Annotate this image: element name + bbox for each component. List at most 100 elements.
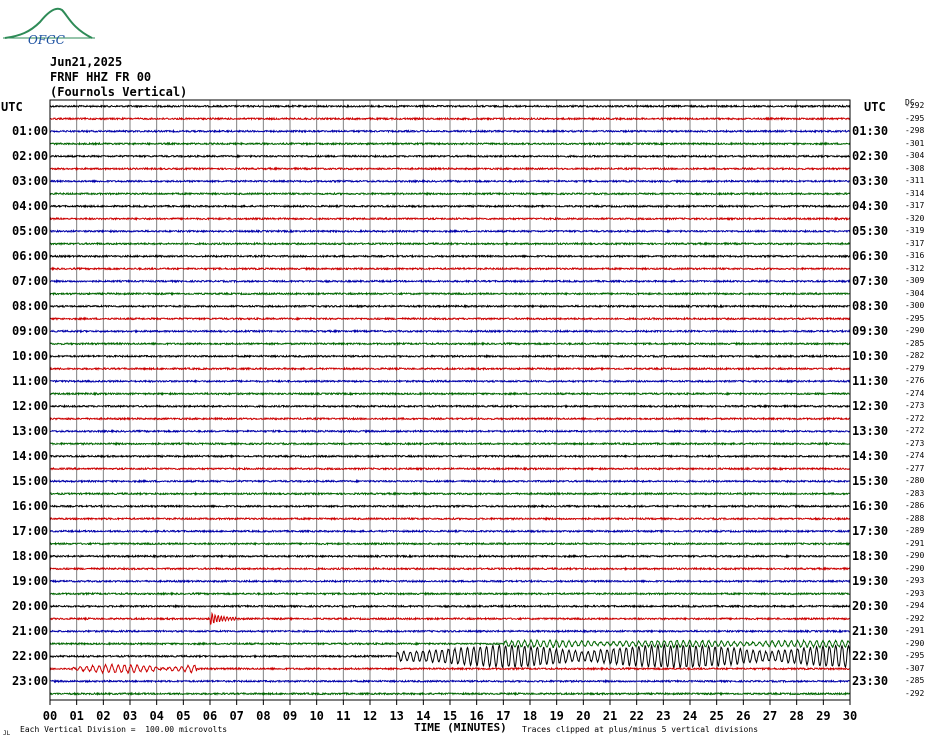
left-hour-label: 20:00 bbox=[12, 599, 49, 614]
x-tick-label: 23 bbox=[656, 709, 670, 723]
dc-offset-label: -290 bbox=[905, 326, 925, 336]
dc-offset-label: -288 bbox=[905, 513, 925, 523]
trace-line bbox=[49, 491, 851, 496]
right-half-hour-label: 05:30 bbox=[852, 224, 889, 239]
x-tick-label: 01 bbox=[69, 709, 83, 723]
dc-offset-label: -277 bbox=[905, 463, 925, 473]
left-hour-label: 21:00 bbox=[12, 624, 49, 639]
right-half-hour-label: 11:30 bbox=[852, 374, 889, 389]
trace-line bbox=[49, 516, 851, 522]
trace-line bbox=[49, 691, 851, 697]
right-half-hour-label: 01:30 bbox=[852, 124, 889, 139]
dc-offset-label: -286 bbox=[905, 501, 925, 511]
dc-offset-label: -285 bbox=[905, 676, 925, 686]
dc-offset-label: -280 bbox=[905, 476, 925, 486]
dc-offset-label: -314 bbox=[905, 188, 925, 198]
left-hour-label: 08:00 bbox=[12, 299, 49, 314]
dc-offset-label: -290 bbox=[905, 563, 925, 573]
x-tick-label: 30 bbox=[843, 709, 857, 723]
right-half-hour-label: 19:30 bbox=[852, 574, 889, 589]
dc-offset-label: -290 bbox=[905, 638, 925, 648]
time-axis-title: TIME (MINUTES) bbox=[414, 721, 507, 734]
trace-line bbox=[49, 379, 851, 384]
dc-offset-label: -285 bbox=[905, 338, 925, 348]
right-half-hour-label: 13:30 bbox=[852, 424, 889, 439]
left-hour-label: 12:00 bbox=[12, 399, 49, 414]
dc-offset-label: -293 bbox=[905, 576, 925, 586]
trace-line bbox=[49, 428, 851, 434]
trace-line bbox=[49, 478, 851, 484]
dc-offset-label: -317 bbox=[905, 238, 925, 248]
x-tick-label: 02 bbox=[96, 709, 110, 723]
trace-line bbox=[49, 503, 851, 509]
right-half-hour-label: 02:30 bbox=[852, 149, 889, 164]
x-tick-label: 28 bbox=[789, 709, 803, 723]
dc-offset-label: -307 bbox=[905, 663, 925, 673]
right-half-hour-label: 03:30 bbox=[852, 174, 889, 189]
trace-line bbox=[49, 116, 851, 122]
dc-offset-label: -309 bbox=[905, 276, 925, 286]
dc-offset-label: -274 bbox=[905, 388, 925, 398]
trace-line bbox=[50, 441, 851, 447]
left-hour-label: 16:00 bbox=[12, 499, 49, 514]
dc-offset-label: -292 bbox=[905, 613, 925, 623]
dc-offset-label: -274 bbox=[905, 451, 925, 461]
right-half-hour-label: 18:30 bbox=[852, 549, 889, 564]
trace-line bbox=[49, 416, 850, 421]
left-hour-label: 10:00 bbox=[12, 349, 49, 364]
chart-date: Jun21,2025 bbox=[50, 55, 123, 69]
dc-offset-label: -312 bbox=[905, 263, 925, 273]
dc-offset-label: -291 bbox=[905, 538, 925, 548]
dc-offset-label: -319 bbox=[905, 226, 925, 236]
dc-offset-label: -292 bbox=[905, 101, 925, 111]
x-tick-label: 03 bbox=[123, 709, 137, 723]
clip-note: Traces clipped at plus/minus 5 vertical … bbox=[522, 725, 759, 734]
x-tick-label: 09 bbox=[283, 709, 297, 723]
x-axis-ticks: 00 01 02 03 04 05 06 07 08 09 10 11 12 13 14 15 16 17 18 19… bbox=[43, 700, 857, 723]
right-half-hour-label: 12:30 bbox=[852, 399, 889, 414]
x-tick-label: 12 bbox=[363, 709, 377, 723]
scale-note: Each Vertical Division = 100.00 microvol… bbox=[20, 725, 228, 734]
dc-offset-label: -294 bbox=[905, 601, 925, 611]
left-hour-label: 23:00 bbox=[12, 674, 49, 689]
left-hour-label: 04:00 bbox=[12, 199, 49, 214]
dc-offset-label: -295 bbox=[905, 651, 925, 661]
left-hour-label: 07:00 bbox=[12, 274, 49, 289]
right-half-hour-label: 04:30 bbox=[852, 199, 889, 214]
x-tick-label: 10 bbox=[309, 709, 323, 723]
left-hour-label: 19:00 bbox=[12, 574, 49, 589]
left-hour-label: 03:00 bbox=[12, 174, 49, 189]
x-tick-label: 29 bbox=[816, 709, 830, 723]
x-tick-label: 04 bbox=[149, 709, 163, 723]
right-half-hour-label: 17:30 bbox=[852, 524, 889, 539]
ofgc-logo: OFGC bbox=[3, 7, 95, 46]
left-hour-label: 05:00 bbox=[12, 224, 49, 239]
right-half-hour-label: 20:30 bbox=[852, 599, 889, 614]
right-half-hour-label: 22:30 bbox=[852, 649, 889, 664]
right-utc-label: UTC bbox=[864, 100, 886, 114]
x-tick-label: 27 bbox=[763, 709, 777, 723]
trace-line bbox=[49, 228, 851, 234]
dc-offset-label: -295 bbox=[905, 113, 925, 123]
station-location: (Fournols Vertical) bbox=[50, 85, 188, 99]
dc-offset-label: -291 bbox=[905, 626, 925, 636]
x-tick-label: 18 bbox=[523, 709, 537, 723]
left-hour-label: 13:00 bbox=[12, 424, 49, 439]
right-half-hour-label: 08:30 bbox=[852, 299, 889, 314]
left-hour-label: 06:00 bbox=[12, 249, 49, 264]
right-half-hour-label: 21:30 bbox=[852, 624, 889, 639]
helicorder-plot: 00 01 02 03 04 05 06 07 08 09 10 11 12 13 14 15 16 17 18 19… bbox=[43, 99, 857, 723]
trace-line bbox=[49, 603, 851, 609]
right-half-hour-label: 10:30 bbox=[852, 349, 889, 364]
trace-line bbox=[49, 178, 851, 184]
dc-offset-label: -316 bbox=[905, 251, 925, 261]
x-tick-label: 05 bbox=[176, 709, 190, 723]
x-tick-label: 08 bbox=[256, 709, 270, 723]
x-tick-label: 25 bbox=[709, 709, 723, 723]
right-half-hour-label: 09:30 bbox=[852, 324, 889, 339]
dc-offset-label: -272 bbox=[905, 413, 925, 423]
trace-line bbox=[49, 578, 851, 584]
left-hour-label: 22:00 bbox=[12, 649, 49, 664]
dc-offset-label: -276 bbox=[905, 376, 925, 386]
dc-offset-label: -298 bbox=[905, 126, 925, 136]
